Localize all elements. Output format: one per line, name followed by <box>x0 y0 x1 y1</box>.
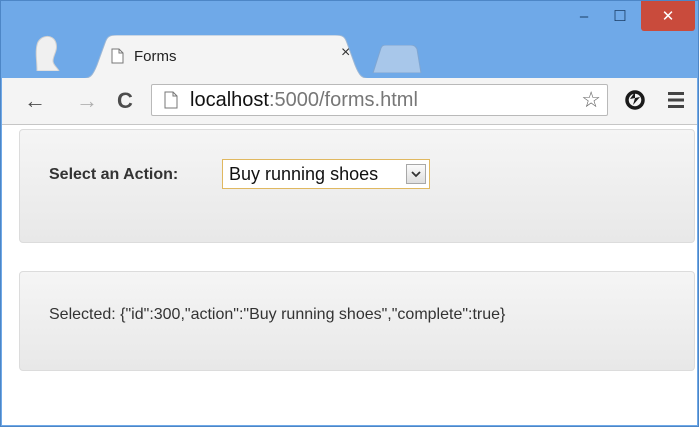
maximize-button[interactable]: ☐ <box>603 1 637 31</box>
address-bar[interactable]: localhost:5000/forms.html ☆ <box>151 84 608 116</box>
sync-icon[interactable] <box>622 87 648 113</box>
url-path: :5000/forms.html <box>268 89 418 111</box>
action-panel: Select an Action: Buy running shoes <box>19 129 695 243</box>
url-text: localhost:5000/forms.html <box>190 87 418 113</box>
tab-title: Forms <box>134 47 177 65</box>
browser-window: Forms × – ☐ ✕ ← → C localhost:5000/forms… <box>0 0 699 427</box>
bookmark-star-icon[interactable]: ☆ <box>581 87 601 113</box>
forward-button[interactable]: → <box>74 86 100 116</box>
action-select-value: Buy running shoes <box>229 164 379 184</box>
browser-toolbar: ← → C localhost:5000/forms.html ☆ <box>2 78 697 125</box>
url-host: localhost <box>190 89 269 111</box>
back-button[interactable]: ← <box>22 86 48 116</box>
title-bar: Forms × – ☐ ✕ <box>1 1 698 79</box>
action-select[interactable]: Buy running shoes <box>222 159 430 189</box>
page-icon <box>164 91 178 109</box>
selected-result-text: Selected: {"id":300,"action":"Buy runnin… <box>49 306 506 323</box>
new-tab-button[interactable] <box>371 45 423 73</box>
minimize-button[interactable]: – <box>569 1 599 31</box>
hamburger-menu-icon[interactable] <box>666 91 686 109</box>
tab-close-icon[interactable]: × <box>341 44 350 62</box>
reload-button[interactable]: C <box>112 86 138 116</box>
page-viewport: Select an Action: Buy running shoes Sele… <box>2 125 697 425</box>
page-icon <box>111 48 124 64</box>
tab-forms[interactable]: Forms <box>111 43 177 69</box>
action-select-label: Select an Action: <box>49 166 179 183</box>
close-window-button[interactable]: ✕ <box>641 1 695 31</box>
chevron-down-icon[interactable] <box>406 164 426 184</box>
profile-avatar-icon[interactable] <box>31 31 61 71</box>
result-panel: Selected: {"id":300,"action":"Buy runnin… <box>19 271 695 371</box>
